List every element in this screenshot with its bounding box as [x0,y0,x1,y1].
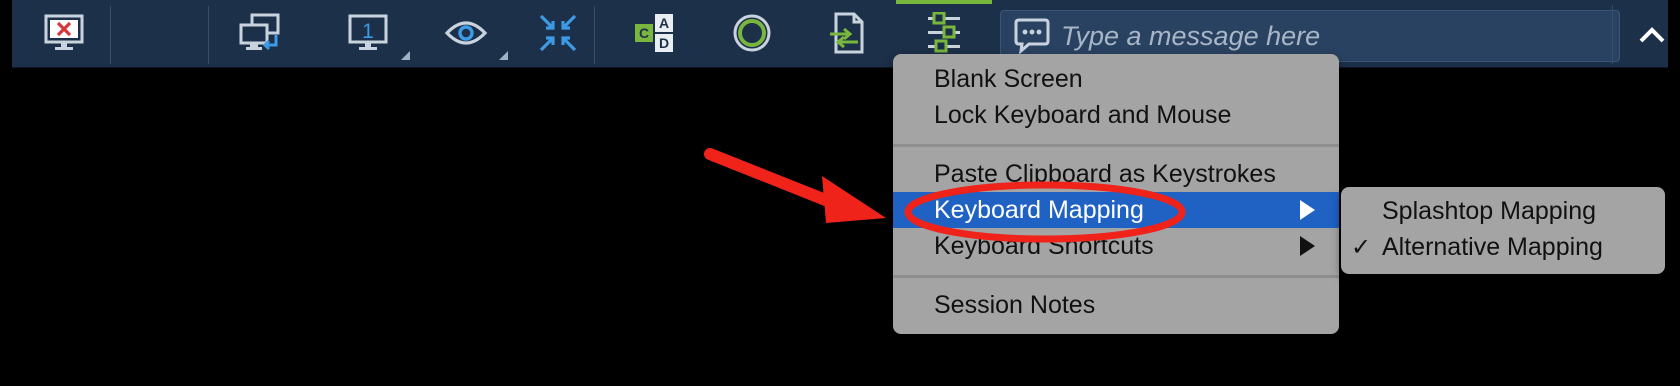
toolbar-divider [594,6,595,64]
menu-item-keyboard-mapping[interactable]: Keyboard Mapping [893,192,1339,228]
menu-item-session-notes[interactable]: Session Notes [893,287,1339,323]
monitor-x-icon [44,14,84,50]
view-options-button[interactable] [422,4,510,62]
menu-item-lock-keyboard-mouse[interactable]: Lock Keyboard and Mouse [893,97,1339,133]
session-toolbar: 1 C A D Type a message here [12,0,1668,68]
keyboard-mapping-submenu: Splashtop Mapping ✓ Alternative Mapping [1341,187,1665,274]
message-placeholder: Type a message here [1061,20,1321,51]
sliders-icon [928,12,960,53]
monitors-arrow-icon [239,13,280,51]
toolbar-divider [1612,6,1613,64]
submenu-item-splashtop-mapping[interactable]: Splashtop Mapping [1341,193,1665,229]
compress-arrows-icon [539,14,577,52]
fit-screen-button[interactable] [524,4,592,62]
menu-item-label: Lock Keyboard and Mouse [934,100,1232,129]
key-c-label: C [639,25,649,41]
annotation-arrow-head-icon [822,176,886,223]
cad-keys-icon: C A D [635,14,673,52]
disconnect-button[interactable] [32,4,96,62]
chat-bubble-icon [1014,18,1050,55]
submenu-arrow-icon [1300,236,1315,256]
chevron-up-icon [1639,27,1665,43]
key-d-label: D [659,35,669,51]
actions-menu: Blank Screen Lock Keyboard and Mouse Pas… [893,54,1339,334]
submenu-item-label: Alternative Mapping [1382,232,1603,261]
key-a-label: A [659,15,669,31]
dropdown-caret-icon [401,51,410,60]
menu-separator [893,144,1339,147]
menu-separator [893,275,1339,278]
collapse-toolbar-button[interactable] [1624,6,1680,64]
menu-item-label: Paste Clipboard as Keystrokes [934,159,1276,188]
submenu-item-alternative-mapping[interactable]: ✓ Alternative Mapping [1341,229,1665,265]
switch-computer-button[interactable] [226,4,296,62]
menu-item-label: Blank Screen [934,64,1083,93]
record-circle-icon [733,14,771,52]
submenu-arrow-icon [1300,200,1315,220]
eye-icon [444,21,488,45]
submenu-item-label: Splashtop Mapping [1382,196,1597,225]
menu-item-keyboard-shortcuts[interactable]: Keyboard Shortcuts [893,228,1339,264]
toolbar-divider [208,6,209,64]
ctrl-alt-del-button[interactable]: C A D [618,4,690,62]
record-button[interactable] [716,4,788,62]
annotation-arrow-icon [704,148,844,211]
monitor-number-label: 1 [362,20,374,43]
menu-item-blank-screen[interactable]: Blank Screen [893,61,1339,97]
menu-item-label: Keyboard Shortcuts [934,231,1154,260]
file-transfer-icon [830,12,864,54]
monitor-1-icon: 1 [348,14,388,50]
toolbar-divider [110,6,111,64]
monitor-select-button[interactable]: 1 [324,4,412,62]
dropdown-caret-icon [499,51,508,60]
menu-item-paste-clipboard[interactable]: Paste Clipboard as Keystrokes [893,156,1339,192]
menu-item-label: Keyboard Mapping [934,195,1144,224]
file-transfer-button[interactable] [812,4,884,62]
checkmark-icon: ✓ [1351,233,1372,261]
menu-item-label: Session Notes [934,290,1096,319]
